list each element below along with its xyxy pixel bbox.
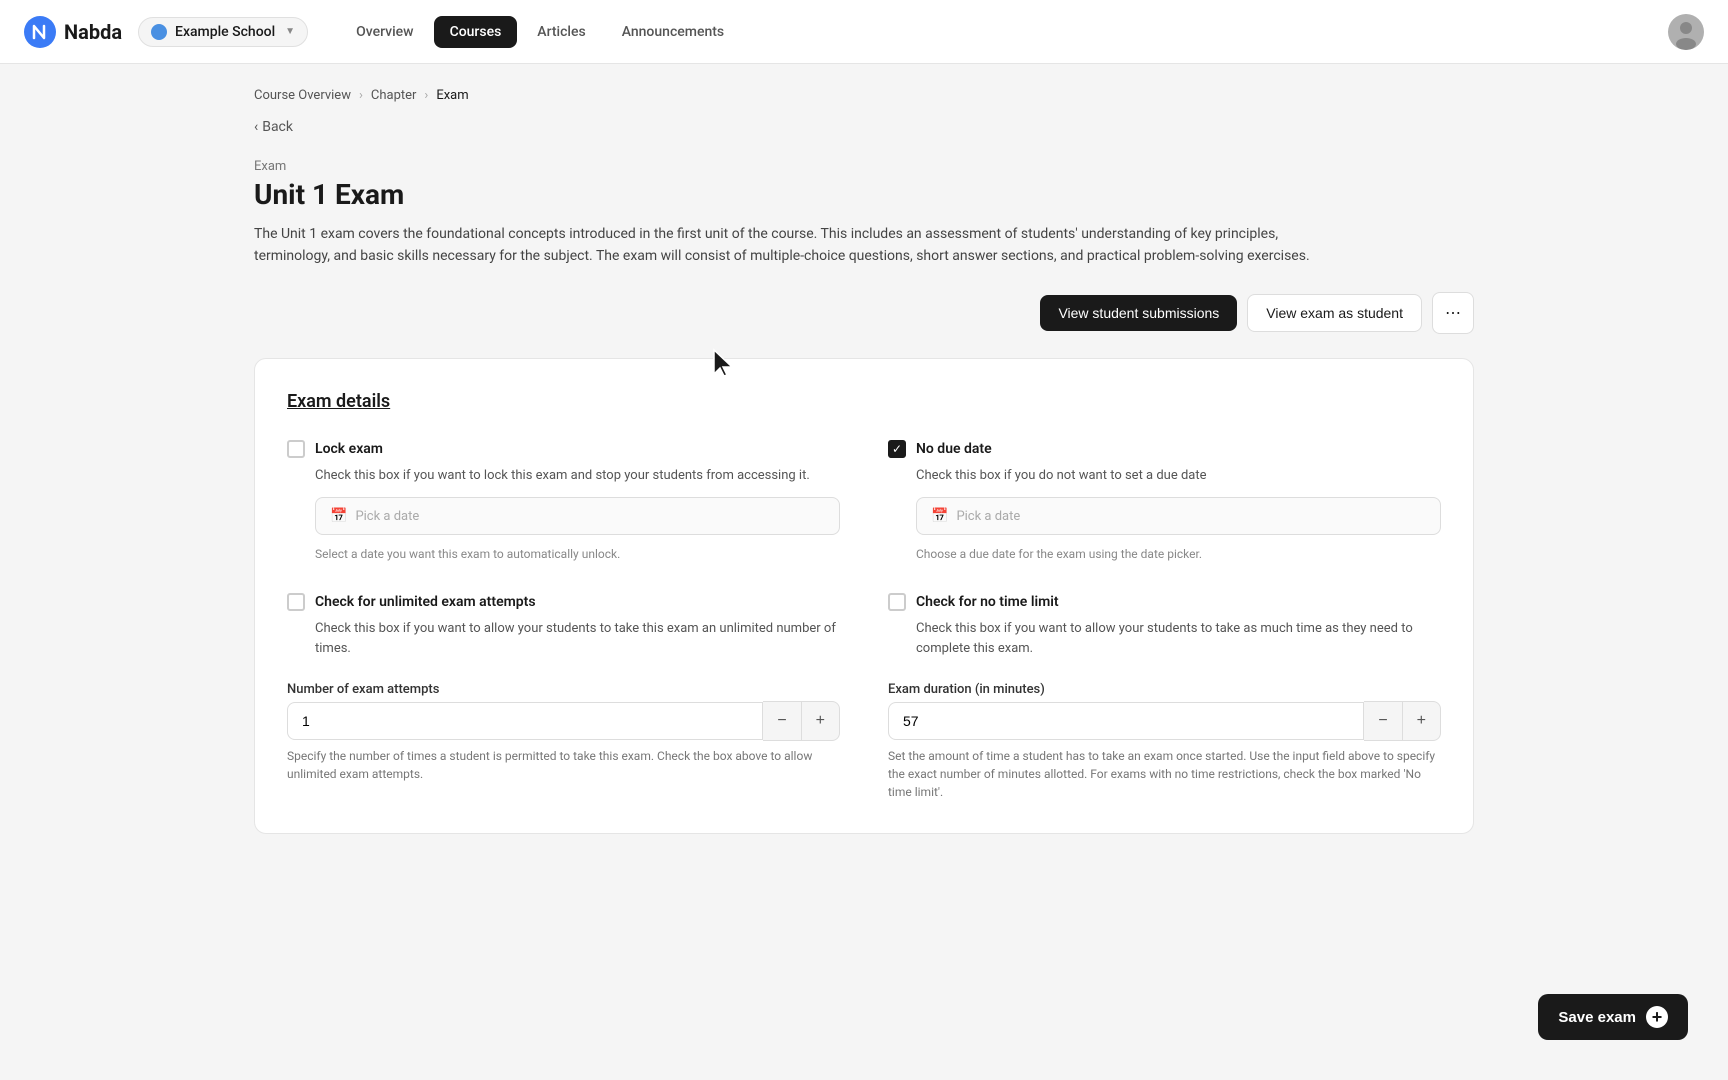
no-time-limit-description: Check this box if you want to allow your… [888, 619, 1441, 658]
nav-links: Overview Courses Articles Announcements [340, 16, 1668, 48]
lock-exam-description: Check this box if you want to lock this … [287, 466, 840, 486]
num-attempts-plus[interactable]: + [802, 701, 840, 741]
save-exam-plus-icon: + [1646, 1006, 1668, 1028]
num-attempts-row: − + [287, 701, 840, 741]
back-arrow-icon: ‹ [254, 119, 258, 135]
no-due-date-row: No due date [888, 440, 1441, 458]
details-grid: Lock exam Check this box if you want to … [287, 440, 1441, 802]
num-attempts-label: Number of exam attempts [287, 682, 840, 697]
exam-description: The Unit 1 exam covers the foundational … [254, 223, 1354, 268]
exam-duration-row: − + [888, 701, 1441, 741]
breadcrumb-exam: Exam [436, 88, 468, 103]
save-exam-button[interactable]: Save exam + [1538, 994, 1688, 1040]
navbar: Nabda Example School ▼ Overview Courses … [0, 0, 1728, 64]
exam-details-title: Exam details [287, 391, 1441, 412]
lock-exam-hint: Select a date you want this exam to auto… [287, 547, 840, 561]
view-as-student-button[interactable]: View exam as student [1247, 294, 1422, 332]
more-options-button[interactable]: ⋯ [1432, 292, 1474, 334]
view-submissions-button[interactable]: View student submissions [1040, 295, 1237, 331]
user-avatar[interactable] [1668, 14, 1704, 50]
no-due-date-label: No due date [916, 441, 992, 457]
school-dot [151, 24, 167, 40]
breadcrumb-chapter[interactable]: Chapter [371, 88, 417, 103]
no-time-limit-row: Check for no time limit [888, 593, 1441, 611]
exam-duration-minus[interactable]: − [1364, 701, 1402, 741]
logo[interactable]: Nabda [24, 16, 122, 48]
breadcrumb-sep-2: › [424, 88, 428, 103]
breadcrumb-sep-1: › [359, 88, 363, 103]
more-options-icon: ⋯ [1445, 303, 1461, 323]
no-due-date-checkbox[interactable] [888, 440, 906, 458]
action-row: View student submissions View exam as st… [254, 292, 1474, 358]
calendar-icon-lock: 📅 [330, 508, 347, 524]
no-due-date-section: No due date Check this box if you do not… [888, 440, 1441, 562]
lock-exam-checkbox[interactable] [287, 440, 305, 458]
lock-exam-section: Lock exam Check this box if you want to … [287, 440, 840, 562]
exam-duration-plus[interactable]: + [1403, 701, 1441, 741]
unlimited-attempts-checkbox[interactable] [287, 593, 305, 611]
num-attempts-hint: Specify the number of times a student is… [287, 747, 840, 783]
no-due-date-picker[interactable]: 📅 Pick a date [916, 497, 1441, 535]
save-exam-label: Save exam [1558, 1009, 1636, 1026]
back-label: Back [262, 119, 293, 135]
unlimited-attempts-section: Check for unlimited exam attempts Check … [287, 593, 840, 801]
unlimited-attempts-label: Check for unlimited exam attempts [315, 594, 536, 610]
exam-duration-input[interactable] [888, 702, 1364, 740]
exam-duration-label: Exam duration (in minutes) [888, 682, 1441, 697]
calendar-icon-due: 📅 [931, 508, 948, 524]
breadcrumb-course-overview[interactable]: Course Overview [254, 88, 351, 103]
nav-link-articles[interactable]: Articles [521, 16, 601, 48]
lock-exam-row: Lock exam [287, 440, 840, 458]
exam-duration-hint: Set the amount of time a student has to … [888, 747, 1441, 801]
back-button[interactable]: ‹ Back [254, 119, 1474, 135]
num-attempts-minus[interactable]: − [763, 701, 801, 741]
exam-label: Exam [254, 159, 1474, 174]
nav-link-courses[interactable]: Courses [434, 16, 518, 48]
no-due-date-placeholder: Pick a date [956, 509, 1020, 524]
lock-exam-date-placeholder: Pick a date [355, 509, 419, 524]
unlimited-attempts-row: Check for unlimited exam attempts [287, 593, 840, 611]
no-time-limit-label: Check for no time limit [916, 594, 1059, 610]
no-time-limit-checkbox[interactable] [888, 593, 906, 611]
unlimited-attempts-description: Check this box if you want to allow your… [287, 619, 840, 658]
nav-link-announcements[interactable]: Announcements [606, 16, 740, 48]
num-attempts-input[interactable] [287, 702, 763, 740]
exam-duration-section: Exam duration (in minutes) − + Set the a… [888, 682, 1441, 801]
exam-title: Unit 1 Exam [254, 178, 1474, 211]
lock-exam-date-picker[interactable]: 📅 Pick a date [315, 497, 840, 535]
main-content: Course Overview › Chapter › Exam ‹ Back … [214, 64, 1514, 858]
school-dropdown-icon: ▼ [285, 26, 295, 37]
no-time-limit-section: Check for no time limit Check this box i… [888, 593, 1441, 801]
exam-details-card: Exam details Lock exam Check this box if… [254, 358, 1474, 835]
nav-link-overview[interactable]: Overview [340, 16, 429, 48]
num-attempts-section: Number of exam attempts − + Specify the … [287, 682, 840, 783]
school-name: Example School [175, 24, 275, 40]
no-due-date-hint: Choose a due date for the exam using the… [888, 547, 1441, 561]
breadcrumb: Course Overview › Chapter › Exam [254, 88, 1474, 103]
no-due-date-description: Check this box if you do not want to set… [888, 466, 1441, 486]
school-switcher[interactable]: Example School ▼ [138, 17, 308, 47]
lock-exam-label: Lock exam [315, 441, 383, 457]
brand-name: Nabda [64, 20, 122, 44]
